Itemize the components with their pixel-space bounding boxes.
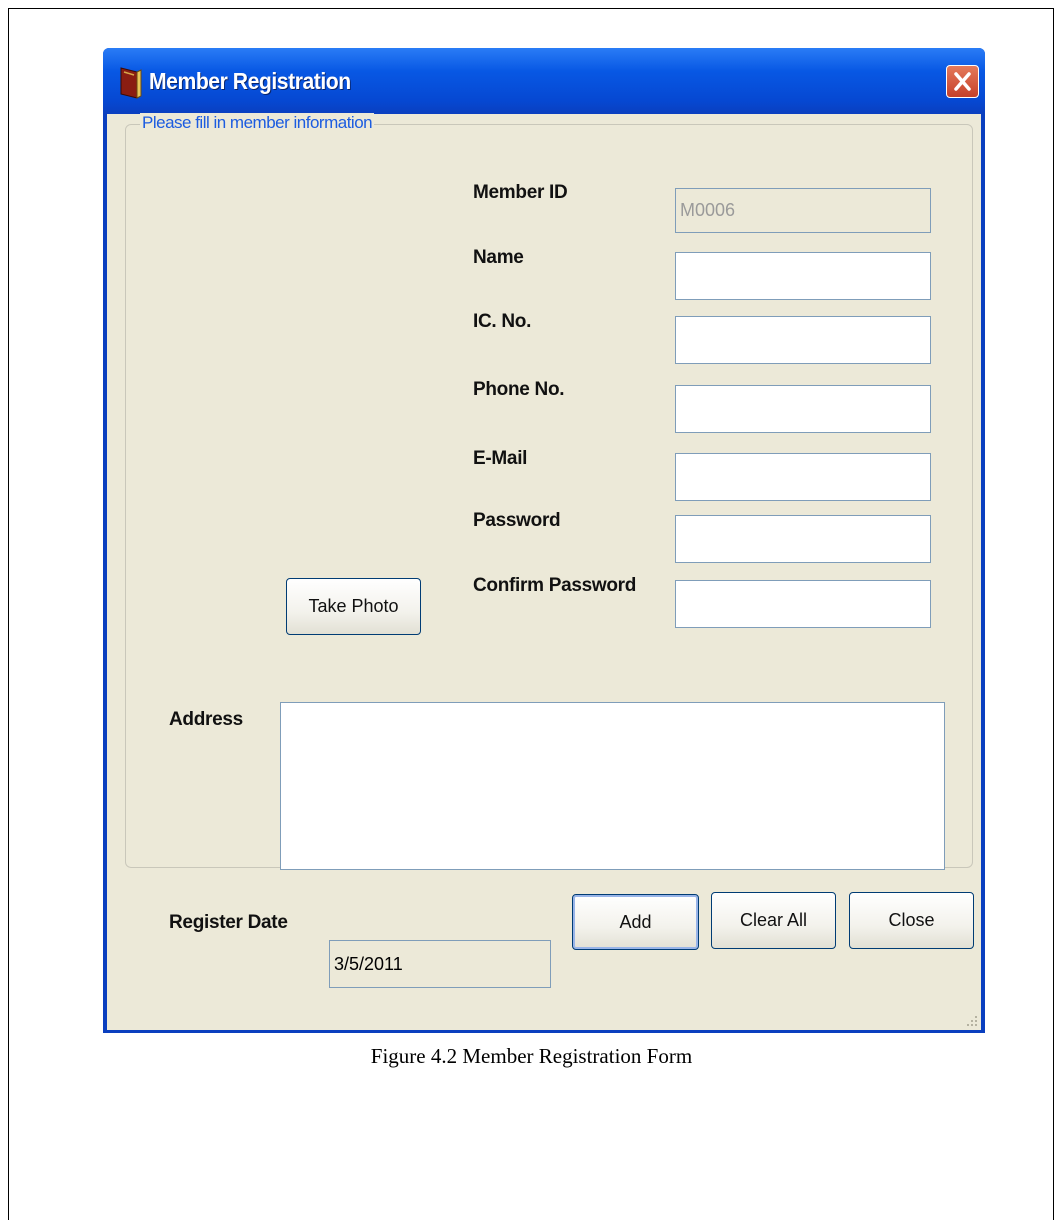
book-icon: [120, 67, 142, 99]
ic-no-field[interactable]: [675, 316, 931, 364]
figure-caption: Figure 4.2 Member Registration Form: [370, 1044, 693, 1068]
confirm-password-field[interactable]: [675, 580, 931, 628]
phone-no-field[interactable]: [675, 385, 931, 433]
password-field[interactable]: [675, 515, 931, 563]
close-button[interactable]: Close: [849, 892, 974, 949]
name-label: Name: [473, 247, 524, 268]
groupbox-legend: Please fill in member information: [140, 113, 375, 133]
name-field[interactable]: [675, 252, 931, 300]
member-id-label: Member ID: [473, 182, 568, 203]
member-id-field[interactable]: [675, 188, 931, 233]
add-button[interactable]: Add: [572, 894, 699, 950]
register-date-label: Register Date: [169, 912, 288, 933]
close-window-button[interactable]: [946, 65, 979, 98]
email-label: E-Mail: [473, 448, 528, 469]
address-label: Address: [169, 709, 243, 730]
resize-grip-icon[interactable]: [966, 1015, 978, 1027]
ic-no-label: IC. No.: [473, 311, 532, 332]
phone-no-label: Phone No.: [473, 379, 565, 400]
close-icon: [954, 72, 971, 91]
password-label: Password: [473, 510, 561, 531]
title-bar[interactable]: Member Registration: [103, 48, 985, 114]
confirm-password-label: Confirm Password: [473, 575, 637, 596]
take-photo-button[interactable]: Take Photo: [286, 578, 421, 635]
address-field[interactable]: [280, 702, 945, 870]
email-field[interactable]: [675, 453, 931, 501]
window-client-area: Please fill in member information Member…: [107, 113, 981, 1030]
register-date-field[interactable]: [329, 940, 551, 988]
window-title: Member Registration: [149, 68, 351, 94]
member-registration-window: Member Registration Please fill in membe…: [103, 48, 985, 1033]
clear-all-button[interactable]: Clear All: [711, 892, 836, 949]
